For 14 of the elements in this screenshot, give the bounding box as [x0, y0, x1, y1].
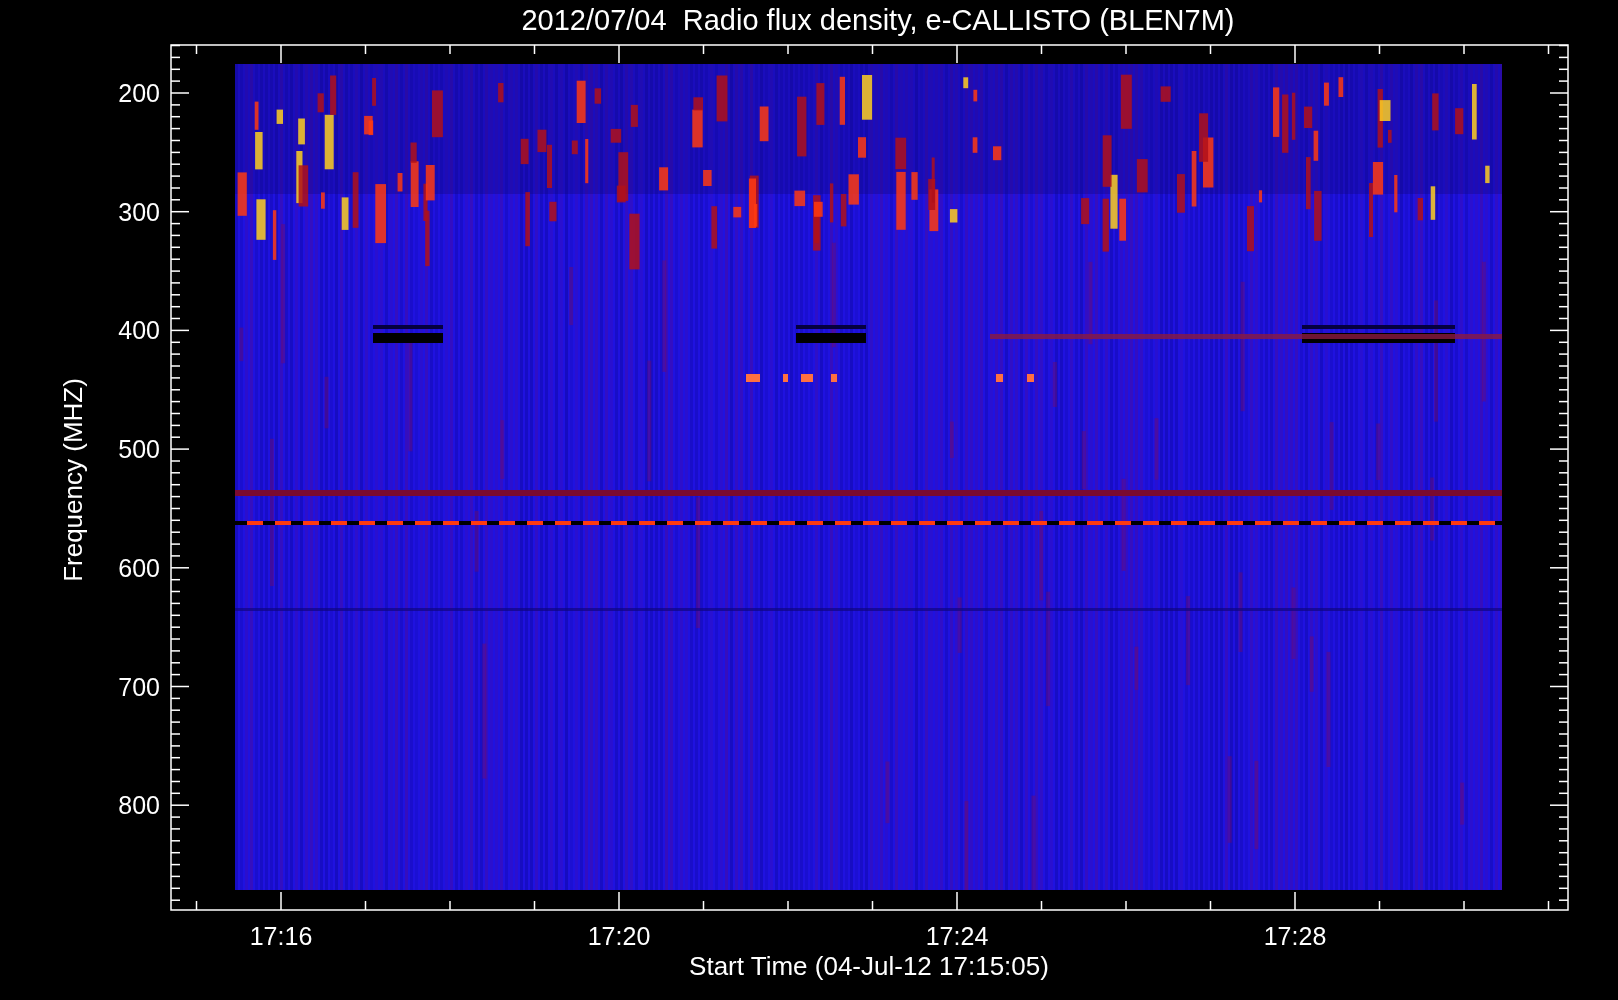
tick-label: 600 [118, 553, 160, 582]
axis-label: Start Time (04-Jul-12 17:15:05) [689, 951, 1049, 981]
tick-label: 300 [118, 197, 160, 226]
tick-label: 17:28 [1263, 922, 1327, 950]
axis-label: Frequency (MHZ) [58, 378, 88, 582]
tick-label: 800 [118, 791, 160, 820]
tick-label: 500 [118, 435, 160, 464]
chart-title: 2012/07/04 Radio flux density, e-CALLISTO (BLEN7M) [521, 4, 1235, 36]
tick-label: 17:16 [249, 922, 313, 950]
tick-label: 400 [118, 316, 160, 345]
tick-label: 700 [118, 672, 160, 701]
tick-label: 17:20 [587, 922, 651, 950]
tick-label: 17:24 [925, 922, 989, 950]
tick-label: 200 [118, 79, 160, 107]
